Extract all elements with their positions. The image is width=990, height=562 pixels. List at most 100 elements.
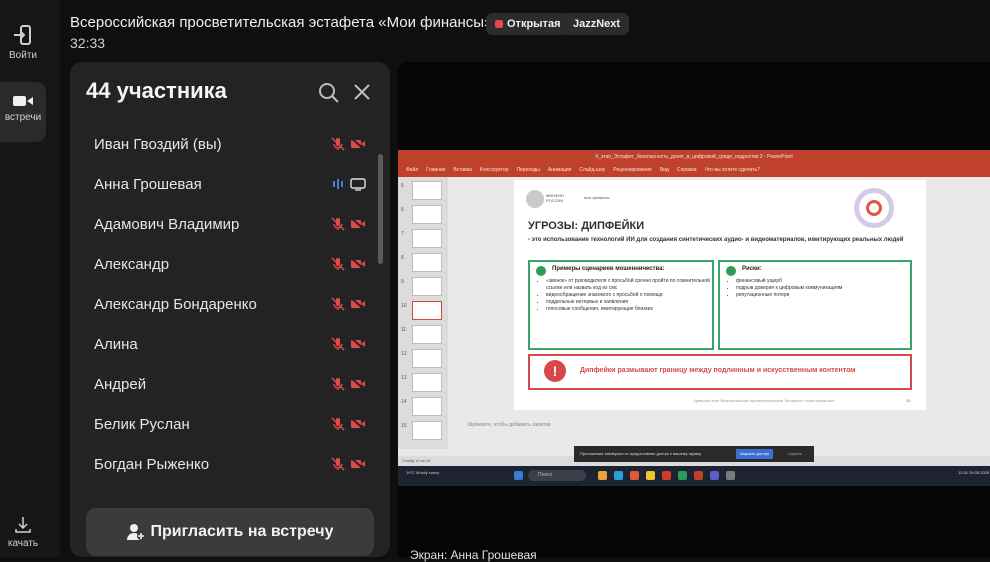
login-label: Войти xyxy=(9,50,37,61)
participants-scrollbar[interactable] xyxy=(378,154,383,264)
camera-off-icon xyxy=(350,257,366,271)
stop-sharing-button[interactable]: Закрыть доступ xyxy=(736,449,774,459)
slide-thumbnail-number: 12 xyxy=(401,351,407,357)
slide-thumbnail[interactable] xyxy=(412,205,442,224)
screen-share-notice: Приложение salutspace.ru предоставлен до… xyxy=(574,446,814,462)
slide-footer: Девятый этап Всероссийской просветительс… xyxy=(694,398,835,403)
slide-thumbnail[interactable] xyxy=(412,397,442,416)
ppt-menu-item[interactable]: Файл xyxy=(406,167,418,173)
meetings-label: встречи xyxy=(4,112,42,123)
notes-placeholder[interactable]: Щелкните, чтобы добавить заметки xyxy=(468,422,551,428)
participant-name: Алина xyxy=(94,336,138,353)
slide-thumbnail-number: 9 xyxy=(401,279,404,285)
slide-thumbnail[interactable] xyxy=(412,349,442,368)
slide-thumbnail[interactable] xyxy=(412,277,442,296)
slide-thumbnail[interactable] xyxy=(412,373,442,392)
shared-powerpoint-window: 4_этап_Эстафет_безопасность_денег_в_цифр… xyxy=(398,150,990,486)
slide-thumbnail-number: 5 xyxy=(401,183,404,189)
risks-title: Риски: xyxy=(742,266,762,272)
list-item: голосовые сообщения, имитирующие близких xyxy=(546,306,712,313)
lightning-icon xyxy=(726,266,736,276)
app-icon[interactable] xyxy=(726,471,735,480)
file-explorer-icon[interactable] xyxy=(598,471,607,480)
slide-thumbnail-number: 14 xyxy=(401,399,407,405)
speaking-indicator-icon xyxy=(333,179,343,189)
ppt-menu-item[interactable]: Вид xyxy=(660,167,669,173)
slide-thumbnail[interactable] xyxy=(412,229,442,248)
search-icon[interactable] xyxy=(318,82,340,104)
ppt-menu-item[interactable]: Слайд-шоу xyxy=(579,167,605,173)
app-icon[interactable] xyxy=(630,471,639,480)
minfin-logo-text: МИНФИН РОССИИ xyxy=(546,193,564,203)
screen-share-icon xyxy=(350,178,366,191)
minfin-emblem-icon xyxy=(526,190,544,208)
puzzle-icon xyxy=(536,266,546,276)
slide-page-number: 10 xyxy=(906,398,911,403)
list-item: поддельные интервью и заявления xyxy=(546,299,712,306)
powerpoint-icon[interactable] xyxy=(694,471,703,480)
login-button[interactable]: Войти xyxy=(0,24,46,61)
ppt-menu-item[interactable]: Справка xyxy=(677,167,697,173)
ppt-menu-item[interactable]: Главная xyxy=(426,167,445,173)
lock-open-icon xyxy=(495,20,503,29)
ppt-menu-item[interactable]: Что вы хотите сделать? xyxy=(705,167,760,173)
app-icon[interactable] xyxy=(710,471,719,480)
jazznext-badge: JazzNext xyxy=(564,13,630,35)
slide-thumbnail[interactable] xyxy=(412,301,442,320)
slide-thumbnail[interactable] xyxy=(412,421,442,440)
camera-off-icon xyxy=(350,297,366,311)
slide-title: УГРОЗЫ: ДИПФЕЙКИ xyxy=(528,220,645,232)
participant-row[interactable]: Алина xyxy=(70,324,390,364)
app-icon[interactable] xyxy=(678,471,687,480)
ppt-menu-item[interactable]: Переходы xyxy=(516,167,539,173)
warning-text: Дипфейки размывают границу между подлинн… xyxy=(580,367,856,374)
participant-row[interactable]: Иван Гвоздий (вы) xyxy=(70,124,390,164)
meeting-timer: 32:33 xyxy=(70,35,106,51)
mic-muted-icon xyxy=(331,457,345,471)
windows-start-icon[interactable] xyxy=(514,471,523,480)
participant-name: Богдан Рыженко xyxy=(94,456,210,473)
taskbar-search[interactable]: Поиск xyxy=(528,470,586,481)
mic-muted-icon xyxy=(331,297,345,311)
download-button[interactable]: качать xyxy=(0,516,46,549)
ppt-menu-item[interactable]: Рецензирование xyxy=(613,167,652,173)
open-badge: Открытая xyxy=(486,13,570,35)
windows-taskbar: 19°C Mostly sunny Поиск 12:31 29.05.2025 xyxy=(398,466,990,486)
weather-widget[interactable]: 19°C Mostly sunny xyxy=(406,470,439,476)
ppt-menu-item[interactable]: Анимация xyxy=(548,167,571,173)
list-item: подрыв доверия к цифровым коммуникациям xyxy=(736,285,842,292)
ppt-menu-item[interactable]: Вставка xyxy=(453,167,472,173)
meetings-nav[interactable]: встречи xyxy=(0,82,46,142)
camera-off-icon xyxy=(350,417,366,431)
camera-off-icon xyxy=(350,337,366,351)
hide-notice-button[interactable]: Скрыть xyxy=(788,446,802,462)
invite-button[interactable]: Пригласить на встречу xyxy=(86,508,374,556)
slide-thumbnail[interactable] xyxy=(412,253,442,272)
close-icon[interactable] xyxy=(352,82,372,102)
participant-row[interactable]: Александр Бондаренко xyxy=(70,284,390,324)
participant-row[interactable]: Александр xyxy=(70,244,390,284)
mic-muted-icon xyxy=(331,137,345,151)
risks-list: финансовый ущербподрыв доверия к цифровы… xyxy=(724,278,842,299)
participant-row[interactable]: Богдан Рыженко xyxy=(70,444,390,484)
participant-row[interactable]: Адамович Владимир xyxy=(70,204,390,244)
scenarios-title: Примеры сценариев мошенничества: xyxy=(552,266,665,272)
mic-muted-icon xyxy=(331,377,345,391)
app-icon[interactable] xyxy=(646,471,655,480)
mic-muted-icon xyxy=(331,257,345,271)
participant-row[interactable]: Андрей xyxy=(70,364,390,404)
participant-row[interactable]: Белик Руслан xyxy=(70,404,390,444)
participant-row[interactable]: Анна Грошевая xyxy=(70,164,390,204)
slide-thumbnail-number: 11 xyxy=(401,327,407,333)
yandex-icon[interactable] xyxy=(662,471,671,480)
screen-share-area: 4_этап_Эстафет_безопасность_денег_в_цифр… xyxy=(398,62,990,562)
slide-subtitle: - это использование технологий ИИ для со… xyxy=(528,237,904,243)
list-item: финансовый ущерб xyxy=(736,278,842,285)
slide-thumbnail[interactable] xyxy=(412,325,442,344)
slide-thumbnail[interactable] xyxy=(412,181,442,200)
screen-share-notice-text: Приложение salutspace.ru предоставлен до… xyxy=(580,451,702,456)
slide-thumbnail-number: 10 xyxy=(401,303,407,309)
edge-icon[interactable] xyxy=(614,471,623,480)
ppt-menu-item[interactable]: Конструктор xyxy=(480,167,509,173)
participants-panel: 44 участника Иван Гвоздий (вы) Анна Гроше… xyxy=(70,62,390,557)
